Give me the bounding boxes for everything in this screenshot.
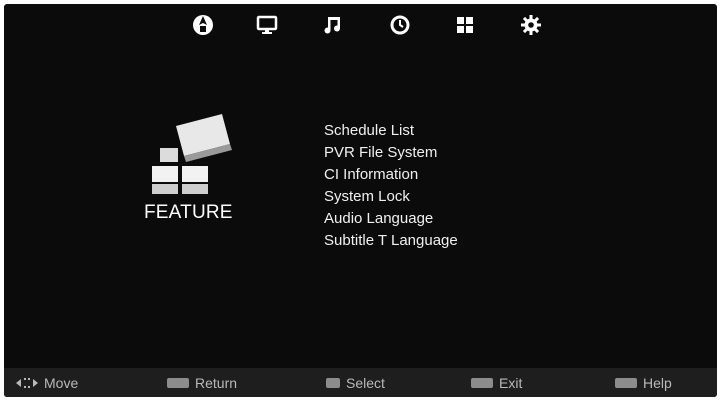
move-arrows-icon <box>16 377 38 389</box>
feature-title: FEATURE <box>144 202 233 223</box>
feature-menu-list: Schedule List PVR File System CI Informa… <box>324 120 458 252</box>
menu-key-icon <box>167 377 189 388</box>
menu-item-system-lock[interactable]: System Lock <box>324 186 458 208</box>
return-label: Return <box>195 374 238 391</box>
select-label: Select <box>346 374 385 391</box>
hint-select: Select <box>326 368 385 397</box>
ok-key-icon <box>326 377 340 388</box>
move-label: Move <box>44 374 79 391</box>
feature-icon[interactable] <box>452 12 478 38</box>
sound-icon[interactable] <box>320 12 346 38</box>
info-key-icon <box>615 377 637 388</box>
bottom-hint-bar: Move Return Select Exit Help <box>4 368 717 397</box>
menu-item-audio-language[interactable]: Audio Language <box>324 208 458 230</box>
menu-item-pvr-file-system[interactable]: PVR File System <box>324 142 458 164</box>
menu-item-schedule-list[interactable]: Schedule List <box>324 120 458 142</box>
hint-exit: Exit <box>471 368 522 397</box>
setup-icon[interactable] <box>518 12 544 38</box>
help-label: Help <box>643 374 672 391</box>
menu-item-subtitle-language[interactable]: Subtitle T Language <box>324 230 458 252</box>
menu-item-ci-information[interactable]: CI Information <box>324 164 458 186</box>
hint-return: Return <box>167 368 237 397</box>
tv-menu-screen: FEATURE Schedule List PVR File System CI… <box>4 4 717 397</box>
feature-blocks-icon <box>144 114 244 204</box>
channel-icon[interactable] <box>190 12 216 38</box>
time-icon[interactable] <box>387 12 413 38</box>
top-menu-bar <box>4 4 717 48</box>
exit-label: Exit <box>499 374 523 391</box>
picture-icon[interactable] <box>254 12 280 38</box>
exit-key-icon <box>471 377 493 388</box>
hint-move: Move <box>16 368 78 397</box>
hint-help: Help <box>615 368 672 397</box>
